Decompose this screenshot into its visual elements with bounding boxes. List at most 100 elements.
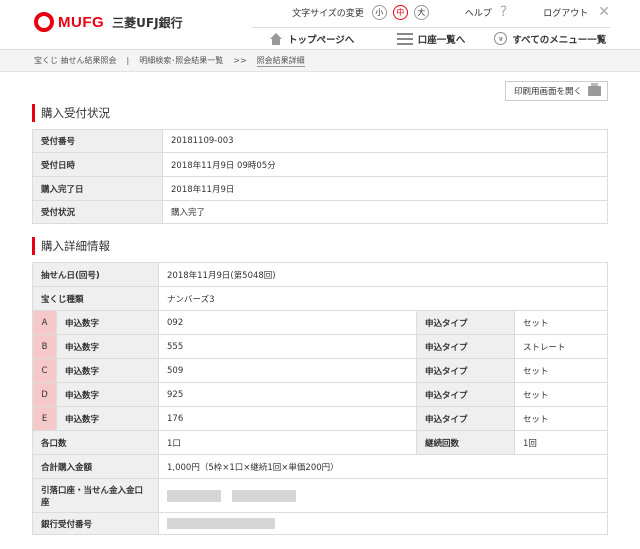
table-row: 受付状況 購入完了 [32,200,608,224]
entry-number-label: 申込数字 [56,382,159,407]
entry-type-label: 申込タイプ [416,358,515,383]
entry-row: E 申込数字 176 申込タイプ セット [32,406,608,431]
entry-number-value: 176 [158,406,417,431]
entry-type-label: 申込タイプ [416,382,515,407]
masked-receipt-number [167,518,275,529]
nav-account-list[interactable]: 口座一覧へ [371,28,490,49]
mufg-logo[interactable]: MUFG 三菱UFJ銀行 [34,12,183,32]
account-value-masked [158,478,608,513]
breadcrumb: 宝くじ 抽せん結果照会 | 明細検索･照会結果一覧 >> 照会結果詳細 [0,50,640,72]
bank-name: 三菱UFJ銀行 [112,15,183,30]
row-label: 購入完了日 [32,176,163,201]
table-row: 受付番号 20181109-003 [32,129,608,153]
nav-top-page[interactable]: トップページへ [252,28,371,49]
help-icon[interactable]: ? [500,4,507,20]
font-size-label: 文字サイズの変更 [292,8,364,19]
breadcrumb-search-results[interactable]: 明細検索･照会結果一覧 [139,55,223,66]
global-nav: トップページへ 口座一覧へ ∨ すべてのメニュー一覧 [252,27,610,49]
purchase-detail-table: 抽せん日(回号) 2018年11月9日(第5048回) 宝くじ種類 ナンバーズ3… [32,262,608,535]
entry-letter: B [32,334,57,359]
row-value: 20181109-003 [162,129,608,153]
entry-type-value: セット [514,406,608,431]
entry-type-label: 申込タイプ [416,334,515,359]
entry-letter: A [32,310,57,335]
row-label: 受付日時 [32,152,163,177]
entry-row: D 申込数字 925 申込タイプ セット [32,382,608,407]
page-toolbar: 印刷用画面を開く [0,72,640,104]
entry-number-value: 925 [158,382,417,407]
entry-number-value: 509 [158,358,417,383]
breadcrumb-separator: | [126,56,130,65]
nav-all-menu-label: すべてのメニュー一覧 [512,34,607,46]
draw-date-label: 抽せん日(回号) [32,262,159,287]
lottery-type-label: 宝くじ種類 [32,286,159,311]
nav-top-page-label: トップページへ [288,34,355,46]
breadcrumb-current: 照会結果詳細 [256,55,305,67]
row-label: 受付状況 [32,200,163,224]
utility-bar: 文字サイズの変更 小 中 大 ヘルプ ? ログアウト ✕ [292,4,610,20]
entry-row: C 申込数字 509 申込タイプ セット [32,358,608,383]
entry-type-value: セット [514,358,608,383]
site-header: MUFG 三菱UFJ銀行 文字サイズの変更 小 中 大 ヘルプ ? ログアウト … [0,0,640,50]
masked-account-number [231,489,296,502]
breadcrumb-lottery-results[interactable]: 宝くじ 抽せん結果照会 [34,55,117,66]
entry-type-label: 申込タイプ [416,310,515,335]
font-size-medium-button[interactable]: 中 [392,4,408,20]
account-list-icon [396,32,413,45]
logout-link[interactable]: ログアウト [543,6,588,19]
print-view-label: 印刷用画面を開く [513,87,582,97]
table-row: 引落口座・当せん金入金口座 [32,478,608,513]
chevron-down-icon: ∨ [494,32,508,45]
nav-account-list-label: 口座一覧へ [417,34,466,46]
table-row: 購入完了日 2018年11月9日 [32,176,608,201]
entry-number-value: 555 [158,334,417,359]
row-value: 2018年11月9日 [162,176,608,201]
print-view-button[interactable]: 印刷用画面を開く [504,81,608,101]
total-value: 1,000円（5枠×1口×継続1回×単価200円） [158,454,608,479]
purchase-status-table: 受付番号 20181109-003 受付日時 2018年11月9日 09時05分… [32,129,608,224]
section-purchase-status-title: 購入受付状況 [32,104,640,122]
home-icon [269,32,283,45]
count-label: 各口数 [32,430,159,455]
table-row: 各口数 1口 継続回数 1回 [32,430,608,455]
receipt-value-masked [158,512,608,535]
continue-value: 1回 [514,430,608,455]
printer-icon [588,83,601,96]
breadcrumb-separator: >> [233,56,247,65]
total-label: 合計購入金額 [32,454,159,479]
draw-date-value: 2018年11月9日(第5048回) [158,262,608,287]
entry-letter: D [32,382,57,407]
entry-number-label: 申込数字 [56,406,159,431]
table-row: 銀行受付番号 [32,512,608,535]
entry-number-label: 申込数字 [56,310,159,335]
entry-type-value: セット [514,310,608,335]
entry-type-value: ストレート [514,334,608,359]
entry-number-value: 092 [158,310,417,335]
table-row: 抽せん日(回号) 2018年11月9日(第5048回) [32,262,608,287]
entry-number-label: 申込数字 [56,358,159,383]
continue-label: 継続回数 [416,430,515,455]
font-size-large-button[interactable]: 大 [413,4,429,20]
entry-letter: C [32,358,57,383]
entry-type-label: 申込タイプ [416,406,515,431]
entry-number-label: 申込数字 [56,334,159,359]
table-row: 合計購入金額 1,000円（5枠×1口×継続1回×単価200円） [32,454,608,479]
row-label: 受付番号 [32,129,163,153]
masked-branch [167,489,221,502]
nav-all-menu[interactable]: ∨ すべてのメニュー一覧 [491,28,610,49]
section-purchase-detail-title: 購入詳細情報 [32,237,640,255]
count-value: 1口 [158,430,417,455]
row-value: 2018年11月9日 09時05分 [162,152,608,177]
lottery-type-value: ナンバーズ3 [158,286,608,311]
font-size-small-button[interactable]: 小 [371,4,387,20]
help-link[interactable]: ヘルプ [465,6,492,19]
logo-text: MUFG [58,13,105,31]
table-row: 受付日時 2018年11月9日 09時05分 [32,152,608,177]
entry-type-value: セット [514,382,608,407]
table-row: 宝くじ種類 ナンバーズ3 [32,286,608,311]
account-label: 引落口座・当せん金入金口座 [32,478,159,513]
receipt-label: 銀行受付番号 [32,512,159,535]
logout-close-icon[interactable]: ✕ [598,4,610,20]
entry-row: B 申込数字 555 申込タイプ ストレート [32,334,608,359]
mufg-logo-mark [34,12,54,32]
